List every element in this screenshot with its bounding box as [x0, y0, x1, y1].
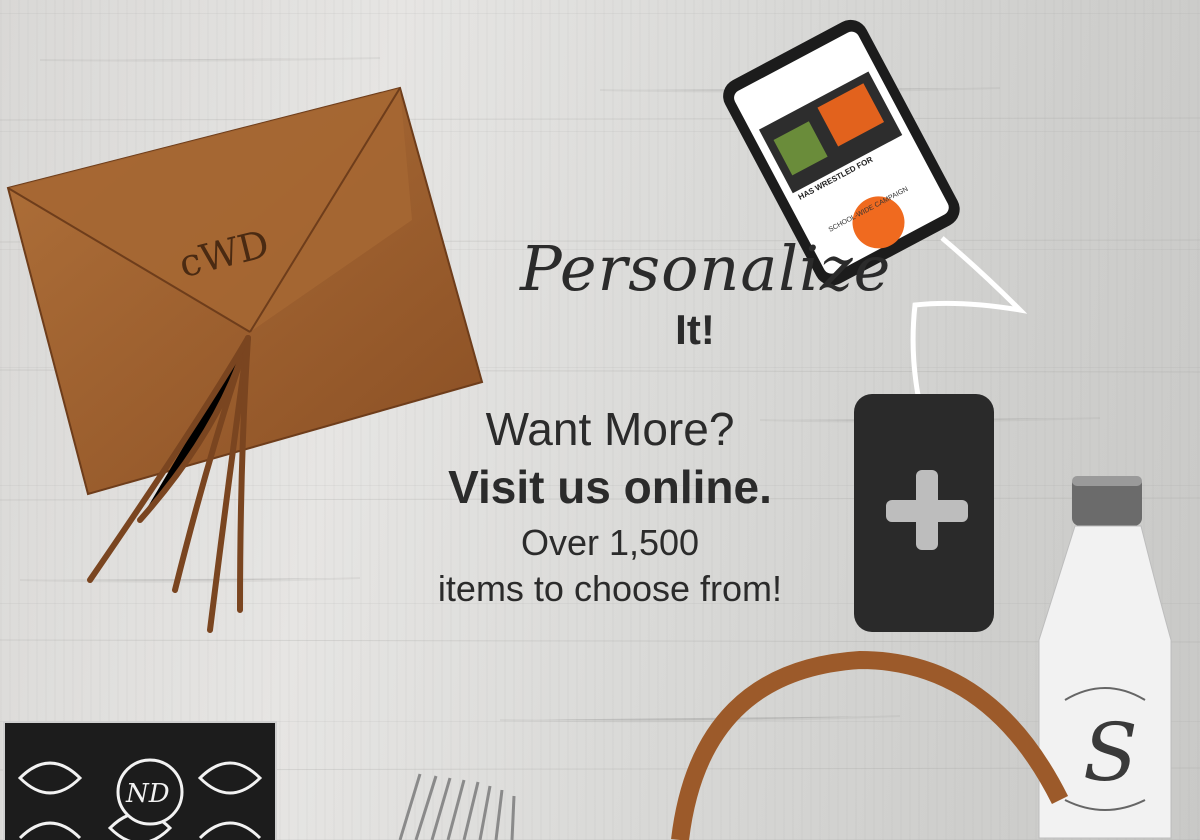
damask-notebook: ND — [3, 721, 277, 840]
callout-line-2: Visit us online. — [448, 461, 772, 513]
notebook-monogram: ND — [125, 779, 170, 809]
callout-line-4: items to choose from! — [437, 568, 783, 609]
callout-line-1: Want More? — [485, 403, 735, 455]
callout: Want More? Visit us online. Over 1,500 i… — [340, 400, 880, 612]
headline-it: It! — [675, 306, 715, 353]
headline: Personalize It! — [380, 232, 892, 354]
callout-line-3: Over 1,500 — [520, 522, 700, 563]
gray-tassel — [398, 773, 516, 840]
product-photo: cWD Charleston Wrap HAS WRESTLED FOR SCH… — [0, 0, 1200, 840]
bottle-monogram: S — [1083, 706, 1138, 799]
phone-with-cable: Charleston Wrap HAS WRESTLED FOR SCHOOL-… — [723, 19, 1028, 430]
headline-script: Personalize — [520, 232, 892, 305]
tote-strap — [671, 650, 1069, 840]
